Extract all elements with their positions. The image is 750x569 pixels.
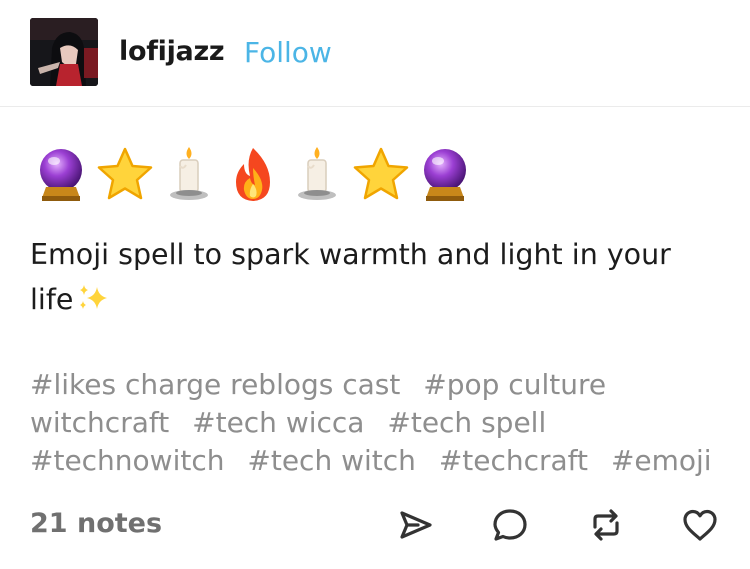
reblog-button[interactable] xyxy=(586,505,626,545)
emoji-spell-row xyxy=(30,144,490,206)
speech-bubble-icon xyxy=(493,509,527,541)
candle-icon xyxy=(286,144,348,206)
caption-text: Emoji spell to spark warmth and light in… xyxy=(30,238,671,316)
tag-link[interactable]: #tech wicca xyxy=(192,406,364,439)
tag-link[interactable]: #technowitch xyxy=(30,444,224,477)
fire-icon xyxy=(222,144,284,206)
crystal-ball-icon xyxy=(30,144,92,206)
candle-icon xyxy=(158,144,220,206)
tag-link[interactable]: #tech spell xyxy=(387,406,546,439)
tag-link[interactable]: #tech witch xyxy=(247,444,416,477)
post-actions xyxy=(0,505,750,545)
share-button[interactable] xyxy=(396,505,436,545)
sparkles-icon xyxy=(75,281,111,311)
star-icon xyxy=(94,144,156,206)
author-name[interactable]: lofijazz xyxy=(119,36,225,67)
post-caption: Emoji spell to spark warmth and light in… xyxy=(30,232,710,322)
follow-button[interactable]: Follow xyxy=(244,36,332,69)
avatar[interactable] xyxy=(30,18,98,86)
tag-link[interactable]: #emoji xyxy=(611,444,712,477)
reblog-icon xyxy=(593,509,619,541)
tag-link[interactable]: #techcraft xyxy=(439,444,588,477)
reply-button[interactable] xyxy=(490,505,530,545)
like-button[interactable] xyxy=(680,505,720,545)
star-icon xyxy=(350,144,412,206)
heart-icon xyxy=(683,509,717,541)
post-header: lofijazz Follow xyxy=(0,0,750,107)
crystal-ball-icon xyxy=(414,144,476,206)
tag-link[interactable]: #likes charge reblogs cast xyxy=(30,368,400,401)
tag-list: #likes charge reblogs cast #pop culture … xyxy=(30,366,730,480)
paper-plane-icon xyxy=(400,511,432,539)
